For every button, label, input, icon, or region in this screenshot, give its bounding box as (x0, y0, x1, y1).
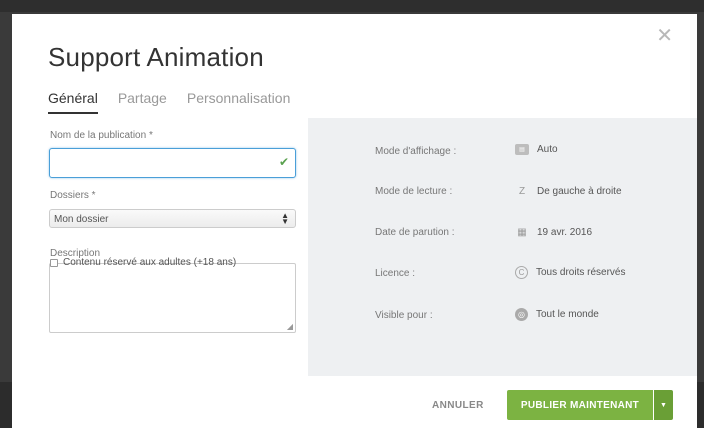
prop-value-display-mode[interactable]: ▤ Auto (515, 144, 558, 155)
dialog-footer: ANNULER PUBLIER MAINTENANT ▼ (12, 376, 697, 428)
prop-value-visibility[interactable]: ◎ Tout le monde (515, 308, 599, 321)
adult-content-checkbox[interactable] (50, 258, 58, 267)
reading-direction-icon: Z (518, 185, 526, 197)
calendar-icon: ▦ (517, 226, 527, 238)
folder-select-value: Mon dossier (54, 214, 109, 225)
prop-value-licence[interactable]: C Tous droits réservés (515, 266, 625, 279)
description-textarea[interactable]: ◢ (49, 263, 296, 333)
dialog-title: Support Animation (48, 42, 264, 72)
prop-value-release-date[interactable]: ▦ 19 avr. 2016 (515, 225, 592, 239)
publish-dialog: ✕ Support Animation Général Partage Pers… (12, 14, 697, 428)
select-arrows-icon: ▲ ▼ (281, 211, 289, 226)
prop-label-display-mode: Mode d'affichage : (375, 146, 457, 157)
tab-partage[interactable]: Partage (118, 90, 167, 114)
caret-down-icon: ▼ (660, 401, 667, 409)
reading-mode-value: De gauche à droite (537, 185, 622, 197)
display-mode-icon: ▤ (515, 144, 529, 155)
resize-handle-icon[interactable]: ◢ (287, 322, 293, 331)
backdrop (0, 0, 704, 12)
properties-panel (308, 118, 697, 376)
backdrop-left (0, 382, 12, 428)
publish-options-button[interactable]: ▼ (654, 390, 673, 420)
prop-label-visibility: Visible pour : (375, 310, 433, 321)
prop-value-reading-mode[interactable]: Z De gauche à droite (515, 184, 622, 198)
prop-label-licence: Licence : (375, 268, 416, 279)
tab-general[interactable]: Général (48, 90, 98, 114)
folder-select[interactable]: Mon dossier ▲ ▼ (49, 209, 296, 228)
licence-value: Tous droits réservés (536, 267, 626, 278)
cancel-button[interactable]: ANNULER (432, 400, 484, 411)
prop-label-release-date: Date de parution : (375, 227, 455, 238)
tab-bar: Général Partage Personnalisation (48, 90, 290, 114)
release-date-value: 19 avr. 2016 (537, 226, 593, 238)
backdrop-right (697, 382, 704, 428)
copyright-icon: C (515, 266, 528, 279)
folders-label: Dossiers * (50, 190, 96, 201)
adult-content-label[interactable]: Contenu réservé aux adultes (+18 ans) (63, 257, 236, 268)
globe-icon: ◎ (515, 308, 528, 321)
display-mode-value: Auto (537, 144, 558, 155)
visibility-value: Tout le monde (536, 309, 599, 320)
prop-label-reading-mode: Mode de lecture : (375, 186, 453, 197)
close-icon[interactable]: ✕ (656, 26, 673, 46)
publish-button[interactable]: PUBLIER MAINTENANT (507, 390, 653, 420)
publish-button-label: PUBLIER MAINTENANT (520, 399, 640, 411)
adult-content-row: Contenu réservé aux adultes (+18 ans) (50, 257, 236, 268)
tab-personnalisation[interactable]: Personnalisation (187, 90, 291, 114)
name-input[interactable]: ✔ (49, 148, 296, 178)
name-label: Nom de la publication * (50, 130, 153, 141)
dialog-body: Nom de la publication * ✔ Dossiers * Mon… (12, 118, 697, 376)
check-icon: ✔ (278, 155, 289, 169)
